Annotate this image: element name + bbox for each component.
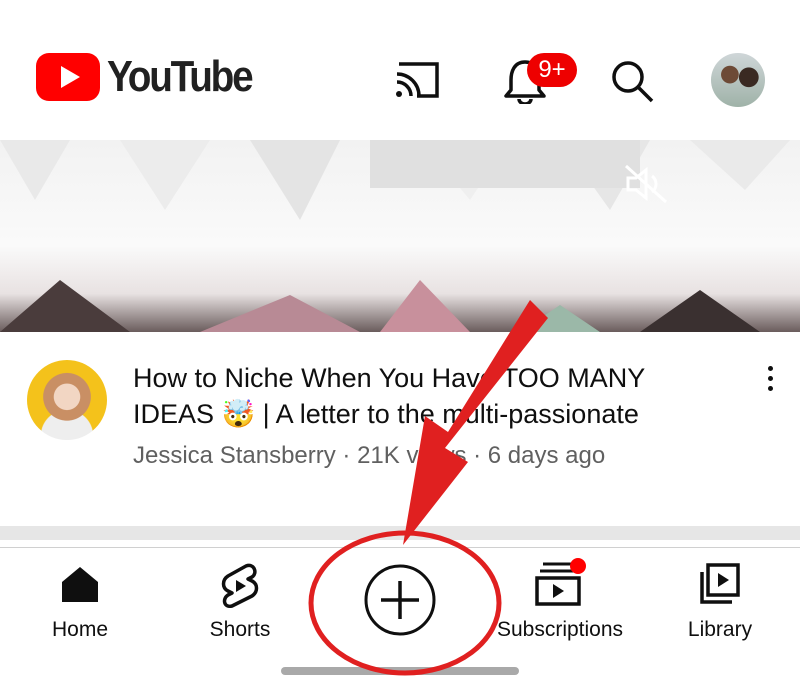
subscriptions-icon — [535, 558, 586, 606]
nav-label-library: Library — [687, 618, 753, 641]
shorts-icon — [221, 563, 259, 609]
account-avatar[interactable] — [711, 53, 765, 107]
home-indicator[interactable] — [281, 667, 519, 675]
nav-label-shorts: Shorts — [209, 618, 271, 641]
video-meta: Jessica Stansberry · 21K views · 6 days … — [133, 442, 606, 469]
mute-icon[interactable] — [622, 162, 670, 206]
nav-subscriptions[interactable]: Subscriptions — [480, 548, 640, 658]
nav-shorts[interactable]: Shorts — [160, 548, 320, 658]
cast-icon[interactable] — [393, 60, 441, 100]
nav-label-subscriptions: Subscriptions — [496, 618, 624, 641]
video-title[interactable]: How to Niche When You Have TOO MANY IDEA… — [133, 360, 733, 432]
video-thumbnail[interactable] — [0, 140, 800, 332]
top-app-bar: YouTube 9+ — [0, 0, 800, 140]
channel-avatar[interactable] — [27, 360, 107, 440]
more-options-icon[interactable] — [760, 366, 780, 396]
youtube-logo-text: YouTube — [107, 52, 254, 101]
nav-create[interactable] — [320, 548, 480, 658]
home-icon — [62, 567, 98, 602]
nav-home[interactable]: Home — [0, 548, 160, 658]
section-divider — [0, 526, 800, 540]
notification-badge: 9+ — [527, 53, 577, 87]
thumbnail-bunting — [0, 140, 790, 332]
create-plus-icon — [364, 564, 436, 636]
search-icon[interactable] — [609, 58, 655, 104]
youtube-play-icon — [36, 53, 100, 101]
nav-library[interactable]: Library — [640, 548, 800, 658]
youtube-logo[interactable]: YouTube — [36, 52, 271, 102]
library-icon — [700, 563, 740, 604]
nav-label-home: Home — [51, 618, 109, 641]
